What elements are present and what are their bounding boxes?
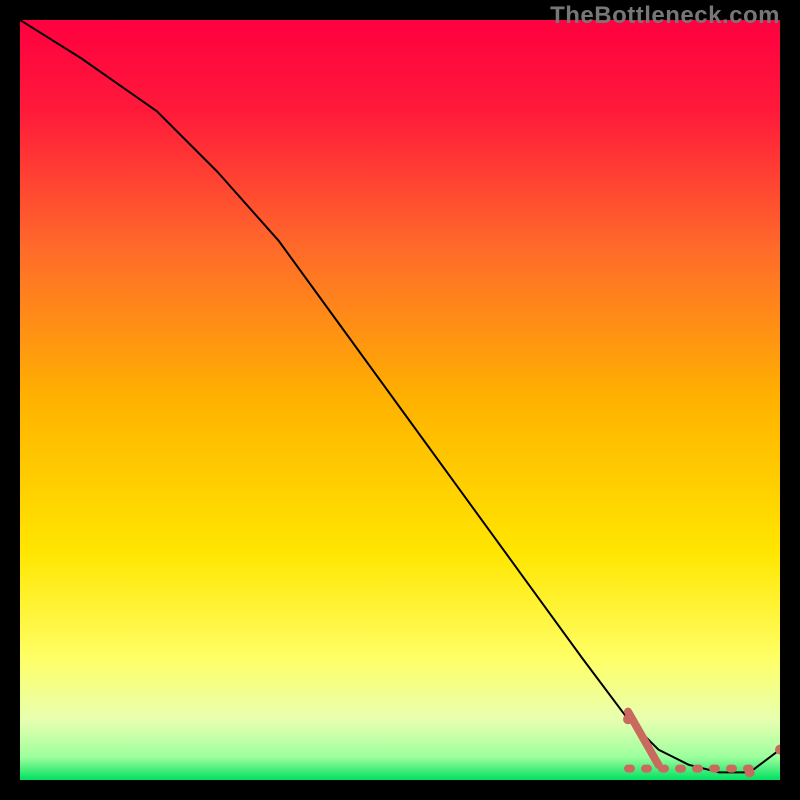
bottleneck-chart [20,20,780,780]
watermark-text: TheBottleneck.com [550,2,780,30]
chart-frame: TheBottleneck.com [0,0,800,800]
gradient-background [20,20,780,780]
